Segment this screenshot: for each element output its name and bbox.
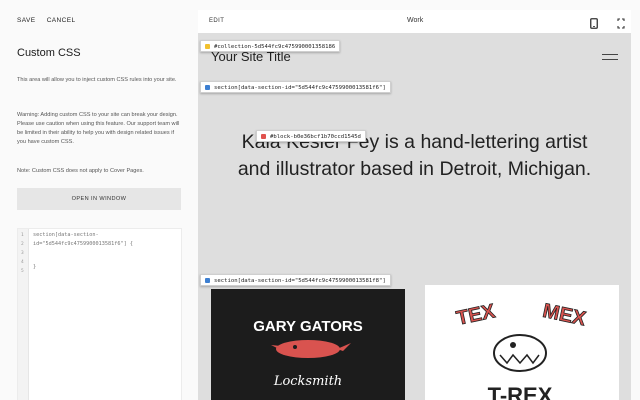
selector-text: #block-b0e36bcf1b70ccd1545d — [270, 134, 361, 140]
image-lettering: Locksmith — [273, 374, 342, 389]
image-lettering: TEX — [454, 300, 497, 330]
cancel-button[interactable]: CANCEL — [47, 17, 76, 24]
image-lettering: T-REX — [488, 383, 553, 400]
collection-dot-icon — [205, 44, 210, 49]
custom-css-panel: SAVE CANCEL Custom CSS This area will al… — [0, 0, 198, 400]
line-number: 3 — [21, 251, 24, 256]
line-number: 5 — [21, 269, 24, 274]
code-line: section[data-section- — [33, 232, 99, 238]
selector-text: section[data-section-id="5d544fc9c475990… — [214, 85, 386, 91]
line-number-gutter: 1 2 3 4 5 — [18, 229, 29, 400]
open-in-window-button[interactable]: OPEN IN WINDOW — [17, 188, 181, 210]
panel-actions: SAVE CANCEL — [17, 17, 84, 24]
line-number: 1 — [21, 233, 24, 238]
block-dot-icon — [261, 134, 266, 139]
block-selector-tag[interactable]: #block-b0e36bcf1b70ccd1545d — [256, 130, 366, 142]
page-name: Work — [407, 17, 424, 24]
selector-text: #collection-5d544fc9c475990001358186 — [214, 44, 336, 50]
section-selector-tag[interactable]: section[data-section-id="5d544fc9c475990… — [200, 274, 391, 286]
css-code-editor[interactable]: 1 2 3 4 5 section[data-section- id="5d54… — [17, 228, 182, 400]
line-number: 4 — [21, 260, 24, 265]
preview-toolbar: EDIT Work — [198, 10, 631, 33]
section-selector-tag[interactable]: section[data-section-id="5d544fc9c475990… — [200, 81, 391, 93]
line-number: 2 — [21, 242, 24, 247]
portfolio-image-tex-mex[interactable]: TEX MEX T-REX — [425, 285, 619, 400]
edit-button[interactable]: EDIT — [209, 18, 224, 24]
section-dot-icon — [205, 278, 210, 283]
section-dot-icon — [205, 85, 210, 90]
image-lettering: GARY GATORS — [253, 318, 362, 335]
collection-selector-tag[interactable]: #collection-5d544fc9c475990001358186 — [200, 40, 341, 52]
mobile-icon[interactable] — [590, 16, 598, 34]
warning-text: Warning: Adding custom CSS to your site … — [17, 112, 180, 145]
fullscreen-icon[interactable] — [617, 16, 625, 34]
intro-text: This area will allow you to inject custo… — [17, 77, 177, 83]
code-line: } — [33, 264, 37, 270]
image-lettering: MEX — [541, 300, 589, 331]
hamburger-icon[interactable] — [602, 54, 618, 64]
panel-title: Custom CSS — [17, 47, 81, 59]
portfolio-image-gary-gators[interactable]: GARY GATORS Locksmith — [211, 289, 405, 400]
note-text: Note: Custom CSS does not apply to Cover… — [17, 168, 144, 174]
code-line: id="5d544fc9c4759900013581f6"] { — [33, 241, 133, 247]
selector-text: section[data-section-id="5d544fc9c475990… — [214, 278, 386, 284]
save-button[interactable]: SAVE — [17, 17, 35, 24]
